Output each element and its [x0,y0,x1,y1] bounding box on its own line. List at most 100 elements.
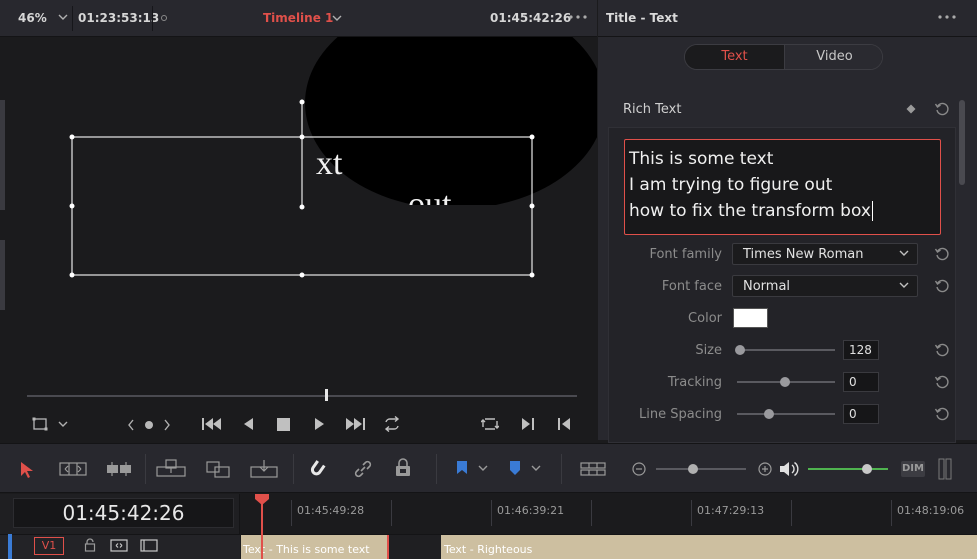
ruler-tick-label: 01:47:29:13 [697,504,765,517]
flag-icon[interactable] [455,460,469,476]
replace-clip-icon[interactable] [250,459,278,479]
size-slider-knob[interactable] [735,345,745,355]
volume-knob[interactable] [862,464,872,474]
keyframe-diamond-icon[interactable] [906,104,916,114]
play-icon[interactable] [314,417,326,431]
font-face-label: Font face [661,279,722,294]
insert-clip-icon[interactable] [156,459,186,479]
video-canvas[interactable]: xt out [8,37,597,382]
size-label: Size [695,343,722,358]
line-spacing-slider[interactable] [737,413,835,415]
clip-text-2[interactable]: Text - Righteous [441,535,977,559]
size-input[interactable]: 128 [843,340,879,360]
tab-text[interactable]: Text [685,45,785,69]
scrubber-track[interactable] [27,395,577,397]
zoom-out-icon[interactable] [631,461,647,477]
transform-mode-icon[interactable] [32,417,48,431]
black-ellipse-shape [305,37,597,209]
tracking-label: Tracking [667,375,722,390]
text-cursor [871,201,873,221]
marker-icon[interactable] [508,460,522,476]
jog-control-icon[interactable] [127,418,171,432]
rich-text-line-1: This is some text [629,149,774,169]
track-lock-icon[interactable] [84,538,96,552]
next-frame-icon[interactable] [521,417,535,431]
overwrite-clip-icon[interactable] [206,459,230,479]
color-label: Color [688,311,722,326]
blade-edit-icon[interactable] [106,461,132,477]
line-spacing-reset-icon[interactable] [934,406,950,422]
source-timecode: 01:23:53:13 [78,11,160,25]
rich-text-line-2: I am trying to figure out [629,175,833,195]
rich-text-editor[interactable]: This is some text I am trying to figure … [624,139,941,235]
font-family-label: Font family [649,247,722,262]
zoom-in-icon[interactable] [757,461,773,477]
dot-icon [160,14,168,22]
selection-pointer-icon[interactable] [20,461,34,479]
rich-text-reset-icon[interactable] [934,101,950,117]
font-face-reset-icon[interactable] [934,278,950,294]
timeline-chevron-down-icon[interactable] [332,13,342,23]
ruler-tick-label: 01:48:19:06 [897,504,965,517]
linked-selection-icon[interactable] [353,459,373,479]
play-reverse-icon[interactable] [242,417,254,431]
trim-edit-icon[interactable] [59,461,87,477]
zoom-chevron-down-icon[interactable] [58,12,68,22]
timeline-current-timecode[interactable]: 01:45:42:26 [13,498,234,528]
ruler-tick-label: 01:46:39:21 [497,504,565,517]
rich-text-label: Rich Text [623,102,682,117]
canvas-text-1: xt [316,145,343,182]
timeline-name[interactable]: Timeline 1 [263,11,333,25]
track-v1-label[interactable]: V1 [34,537,64,555]
tracking-slider-knob[interactable] [780,377,790,387]
go-to-end-icon[interactable] [345,417,365,431]
audio-meter-icon[interactable] [938,458,952,480]
size-slider[interactable] [740,349,835,351]
track-enable-icon[interactable] [140,539,158,552]
stop-icon[interactable] [277,418,290,431]
flag-chevron-down-icon[interactable] [478,464,488,472]
line-spacing-label: Line Spacing [639,407,722,422]
zoom-level[interactable]: 46% [18,11,47,25]
clip-edit-point[interactable] [387,535,389,559]
inspector-more-icon[interactable] [937,13,957,21]
timeline-panel: 01:45:42:26 V1 01:45:49:28 01:46:39:21 0… [0,494,977,559]
line-spacing-input[interactable]: 0 [843,404,879,424]
chevron-down-icon [899,247,909,259]
tracking-input[interactable]: 0 [843,372,879,392]
go-to-start-icon[interactable] [202,417,222,431]
dim-button[interactable]: DIM [901,461,925,477]
edit-toolbar: DIM [0,443,977,493]
font-family-reset-icon[interactable] [934,246,950,262]
size-reset-icon[interactable] [934,342,950,358]
volume-speaker-icon[interactable] [779,460,799,478]
match-frame-icon[interactable] [481,417,499,431]
viewer-header: 46% 01:23:53:13 Timeline 1 01:45:42:26 [0,0,597,37]
timeline-zoom-slider[interactable] [656,468,746,470]
last-frame-icon[interactable] [557,417,571,431]
line-spacing-slider-knob[interactable] [764,409,774,419]
color-swatch[interactable] [733,308,768,328]
font-face-dropdown[interactable]: Normal [732,275,918,297]
inspector-header: Title - Text [598,0,977,37]
font-family-dropdown[interactable]: Times New Roman [732,243,918,265]
chevron-down-icon [899,279,909,291]
inspector-scrollbar[interactable] [959,100,965,185]
rich-text-line-3: how to fix the transform box [629,201,871,221]
playhead-marker-icon[interactable] [254,494,270,506]
volume-slider[interactable] [808,468,888,470]
snapping-magnet-icon[interactable] [307,459,327,479]
timeline-zoom-knob[interactable] [688,464,698,474]
position-lock-icon[interactable] [394,458,412,478]
tracking-reset-icon[interactable] [934,374,950,390]
marker-chevron-down-icon[interactable] [531,464,541,472]
timeline-view-options-icon[interactable] [580,461,606,477]
transform-chevron-down-icon[interactable] [58,420,68,428]
auto-track-select-icon[interactable] [110,539,128,552]
loop-icon[interactable] [383,416,401,432]
timeline-timecode: 01:45:42:26 [490,11,572,25]
tab-video[interactable]: Video [785,45,882,69]
scrubber-playhead[interactable] [325,389,328,401]
viewer-more-icon[interactable] [568,13,588,21]
ruler-tick-label: 01:45:49:28 [297,504,365,517]
